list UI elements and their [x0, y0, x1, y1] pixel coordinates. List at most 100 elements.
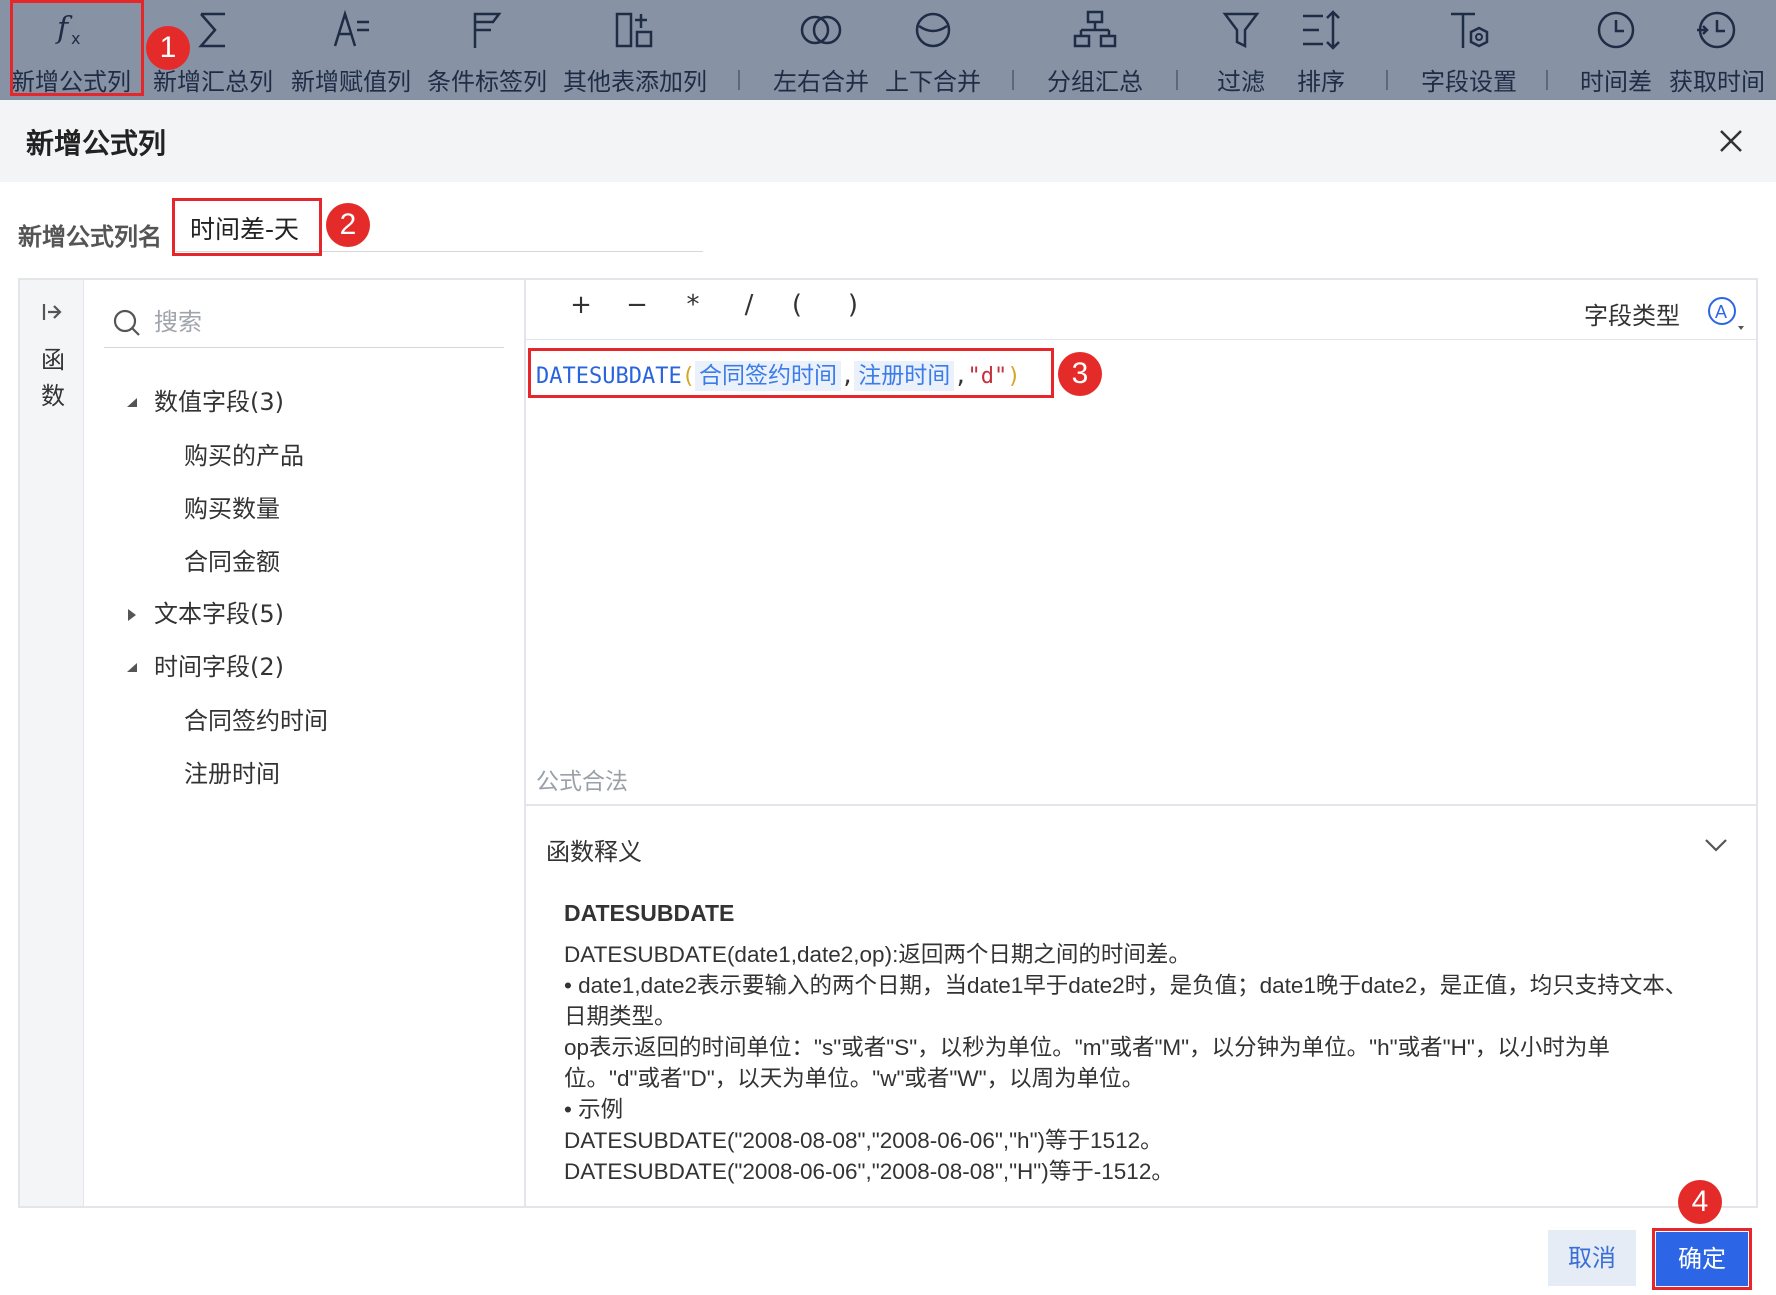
function-tab-char: 函: [41, 346, 65, 374]
chevron-down-icon[interactable]: [1702, 834, 1730, 856]
toolbar-label: 过滤: [1217, 68, 1265, 96]
formula-fx-icon: f x: [55, 11, 80, 48]
field-settings-icon: [1451, 12, 1489, 48]
close-icon[interactable]: [1716, 126, 1746, 156]
field-type-label: 字段类型: [1584, 302, 1680, 330]
clock-icon: [1597, 11, 1635, 49]
caret-right-icon: [128, 609, 136, 621]
caret-down-icon: [127, 663, 137, 672]
explanation-function-name: DATESUBDATE: [564, 900, 735, 926]
formula-field-token[interactable]: 合同签约时间: [694, 361, 841, 391]
caret-down-icon: [127, 398, 137, 407]
add-assign-column-button[interactable]: 新增赋值列: [288, 0, 414, 100]
operator-multiply-button[interactable]: *: [678, 290, 708, 320]
tree-item[interactable]: 合同金额: [184, 542, 280, 577]
get-time-button[interactable]: 获取时间: [1664, 0, 1770, 100]
merge-horizontal-icon: [800, 15, 842, 45]
explanation-title: 函数释义: [546, 838, 642, 866]
operator-minus-button[interactable]: −: [622, 290, 652, 320]
tree-group-label: 文本字段(5): [154, 600, 284, 628]
merge-vertical-button[interactable]: 上下合并: [880, 0, 986, 100]
toolbar-label: 条件标签列: [427, 68, 547, 96]
operator-open-paren-button[interactable]: (: [782, 290, 812, 320]
operator-divide-button[interactable]: /: [734, 290, 764, 320]
sigma-icon: [198, 12, 225, 48]
explanation-line: DATESUBDATE(date1,date2,op):返回两个日期之间的时间差…: [564, 942, 1191, 967]
tree-item[interactable]: 购买的产品: [184, 436, 304, 471]
tree-group-text[interactable]: 文本字段(5): [124, 594, 284, 629]
sort-button[interactable]: 排序: [1282, 0, 1360, 100]
add-column-from-other-table-button[interactable]: 其他表添加列: [560, 0, 710, 100]
explanation-line: DATESUBDATE("2008-08-08","2008-06-06","h…: [564, 1128, 1163, 1153]
operator-plus-button[interactable]: +: [566, 290, 596, 320]
formula-validation-status: 公式合法: [536, 769, 628, 795]
svg-text:x: x: [71, 29, 80, 48]
dialog-header: 新增公式列: [0, 100, 1776, 182]
column-name-label: 新增公式列名: [18, 223, 162, 251]
function-sidebar[interactable]: 函 数: [20, 280, 84, 1206]
formula-string-literal: "d": [967, 364, 1008, 389]
formula-field-token[interactable]: 注册时间: [854, 361, 955, 391]
formula-paren: (: [681, 364, 695, 389]
toolbar-label: 字段设置: [1421, 68, 1517, 96]
tree-item[interactable]: 注册时间: [184, 754, 280, 789]
formula-paren: ): [1007, 364, 1021, 389]
filter-button[interactable]: 过滤: [1200, 0, 1282, 100]
toolbar-label: 分组汇总: [1047, 68, 1143, 96]
formula-function: DATESUBDATE: [536, 364, 682, 389]
group-summary-button[interactable]: 分组汇总: [1040, 0, 1150, 100]
toolbar: f x 新增公式列 新增汇总列 新增赋值列 条件标签列 其他表添加列 左右合并 …: [0, 0, 1776, 100]
toolbar-label: 左右合并: [773, 68, 869, 96]
condition-tag-column-button[interactable]: 条件标签列: [424, 0, 550, 100]
toolbar-divider: [1546, 70, 1548, 90]
sort-icon: [1303, 10, 1340, 50]
step-badge-3: 3: [1058, 352, 1102, 396]
explanation-line: op表示返回的时间单位："s"或者"S"，以秒为单位。"m"或者"M"，以分钟为…: [564, 1035, 1610, 1091]
formula-expression[interactable]: DATESUBDATE(合同签约时间, 注册时间 ,"d"): [536, 356, 1021, 391]
formula-editor: + − * / ( ) 字段类型 A DATESUBDATE(合同签约时间, 注册…: [526, 280, 1756, 1206]
cancel-button[interactable]: 取消: [1548, 1230, 1636, 1286]
toolbar-divider: [1386, 70, 1388, 90]
search-input[interactable]: [154, 304, 494, 340]
search-icon: [113, 309, 140, 336]
flag-icon: [473, 12, 502, 48]
add-column-icon: [615, 12, 653, 48]
assign-icon: [333, 9, 369, 47]
explanation-body: DATESUBDATE DATESUBDATE(date1,date2,op):…: [564, 898, 1704, 1187]
expand-panel-icon[interactable]: [40, 300, 64, 324]
toolbar-divider: [1012, 70, 1014, 90]
function-explanation-panel: 函数释义 DATESUBDATE DATESUBDATE(date1,date2…: [526, 804, 1756, 1206]
formula-editor-panel: 函 数 数值字段(3) 购买的产品 购买数量 合同金额 文本字段(5) 时间字段…: [18, 278, 1758, 1208]
field-type-dropdown-icon[interactable]: A: [1706, 296, 1746, 332]
step-badge-4: 4: [1678, 1180, 1722, 1224]
toolbar-label: 其他表添加列: [563, 68, 707, 96]
step-badge-2: 2: [326, 203, 370, 247]
tree-item[interactable]: 合同签约时间: [184, 701, 328, 736]
explanation-line: • 示例: [564, 1097, 624, 1122]
tree-item[interactable]: 购买数量: [184, 489, 280, 524]
group-tree-icon: [1073, 10, 1117, 48]
column-name-input[interactable]: [176, 204, 703, 252]
toolbar-divider: [738, 70, 740, 90]
confirm-button[interactable]: 确定: [1656, 1232, 1748, 1286]
svg-text:A: A: [1715, 302, 1727, 322]
operator-close-paren-button[interactable]: ): [838, 290, 868, 320]
dialog-title: 新增公式列: [26, 127, 167, 160]
formula-comma: ,: [840, 364, 855, 389]
tree-group-numeric[interactable]: 数值字段(3): [124, 382, 284, 417]
operator-bar: + − * / ( ) 字段类型 A: [526, 280, 1756, 340]
add-formula-column-button[interactable]: f x 新增公式列: [10, 0, 132, 100]
clock-arrow-icon: [1697, 11, 1736, 49]
toolbar-divider: [1176, 70, 1178, 90]
toolbar-label: 获取时间: [1669, 68, 1765, 96]
toolbar-label: 新增赋值列: [291, 68, 411, 96]
field-tree-pane: 数值字段(3) 购买的产品 购买数量 合同金额 文本字段(5) 时间字段(2) …: [84, 280, 526, 1206]
time-diff-button[interactable]: 时间差: [1570, 0, 1662, 100]
formula-comma: ,: [954, 364, 968, 389]
merge-horizontal-button[interactable]: 左右合并: [768, 0, 874, 100]
function-tab-label[interactable]: 函 数: [38, 342, 68, 414]
merge-vertical-icon: [915, 12, 951, 48]
tree-group-label: 数值字段(3): [154, 388, 284, 416]
tree-group-time[interactable]: 时间字段(2): [124, 647, 284, 682]
field-settings-button[interactable]: 字段设置: [1410, 0, 1528, 100]
